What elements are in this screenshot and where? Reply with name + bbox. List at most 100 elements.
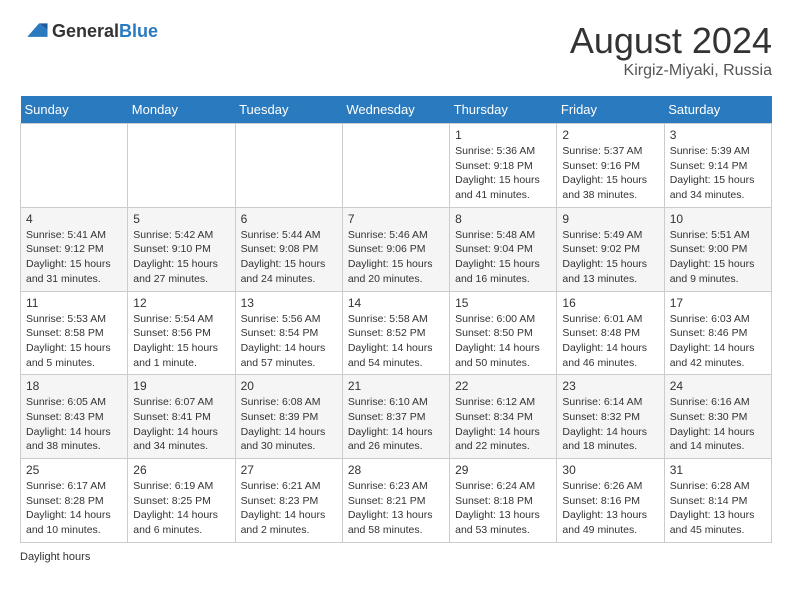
logo-general-text: General [52,21,119,41]
day-number: 25 [26,463,122,477]
day-info: Sunrise: 6:23 AMSunset: 8:21 PMDaylight:… [348,479,444,538]
day-number: 17 [670,296,766,310]
day-info: Sunrise: 6:17 AMSunset: 8:28 PMDaylight:… [26,479,122,538]
footer: Daylight hours [20,551,772,563]
weekday-header-friday: Friday [557,96,664,124]
day-number: 1 [455,128,551,142]
month-year: August 2024 [570,20,772,62]
calendar-cell: 22 Sunrise: 6:12 AMSunset: 8:34 PMDayligh… [450,375,557,459]
header: GeneralBlue August 2024 Kirgiz-Miyaki, R… [20,20,772,80]
weekday-header-row: SundayMondayTuesdayWednesdayThursdayFrid… [21,96,772,124]
calendar-cell: 24 Sunrise: 6:16 AMSunset: 8:30 PMDayligh… [664,375,771,459]
day-info: Sunrise: 6:28 AMSunset: 8:14 PMDaylight:… [670,479,766,538]
day-info: Sunrise: 5:56 AMSunset: 8:54 PMDaylight:… [241,312,337,371]
day-info: Sunrise: 6:16 AMSunset: 8:30 PMDaylight:… [670,395,766,454]
day-info: Sunrise: 6:24 AMSunset: 8:18 PMDaylight:… [455,479,551,538]
day-number: 8 [455,212,551,226]
calendar-cell: 18Sunrise: 6:05 AMSunset: 8:43 PMDayligh… [21,375,128,459]
day-info: Sunrise: 6:00 AMSunset: 8:50 PMDaylight:… [455,312,551,371]
calendar-cell: 27 Sunrise: 6:21 AMSunset: 8:23 PMDayligh… [235,459,342,543]
weekday-header-tuesday: Tuesday [235,96,342,124]
calendar-cell: 9 Sunrise: 5:49 AMSunset: 9:02 PMDaylight… [557,207,664,291]
day-number: 18 [26,379,122,393]
calendar-cell: 2 Sunrise: 5:37 AMSunset: 9:16 PMDaylight… [557,124,664,208]
calendar-cell: 19Sunrise: 6:07 AMSunset: 8:41 PMDayligh… [128,375,235,459]
calendar-cell: 25 Sunrise: 6:17 AMSunset: 8:28 PMDayligh… [21,459,128,543]
calendar-cell [342,124,449,208]
calendar-cell: 28 Sunrise: 6:23 AMSunset: 8:21 PMDayligh… [342,459,449,543]
day-number: 24 [670,379,766,393]
day-number: 10 [670,212,766,226]
calendar-cell: 26 Sunrise: 6:19 AMSunset: 8:25 PMDayligh… [128,459,235,543]
day-number: 3 [670,128,766,142]
day-number: 2 [562,128,658,142]
calendar-cell [235,124,342,208]
calendar-cell: 21 Sunrise: 6:10 AMSunset: 8:37 PMDayligh… [342,375,449,459]
day-info: Sunrise: 5:53 AMSunset: 8:58 PMDaylight:… [26,312,122,371]
day-info: Sunrise: 5:36 AMSunset: 9:18 PMDaylight:… [455,144,551,203]
calendar-cell: 3Sunrise: 5:39 AMSunset: 9:14 PMDaylight… [664,124,771,208]
calendar-cell: 13Sunrise: 5:56 AMSunset: 8:54 PMDayligh… [235,291,342,375]
weekday-header-sunday: Sunday [21,96,128,124]
day-info: Sunrise: 5:46 AMSunset: 9:06 PMDaylight:… [348,228,444,287]
day-info: Sunrise: 6:19 AMSunset: 8:25 PMDaylight:… [133,479,229,538]
day-info: Sunrise: 6:08 AMSunset: 8:39 PMDaylight:… [241,395,337,454]
calendar-cell: 10Sunrise: 5:51 AMSunset: 9:00 PMDayligh… [664,207,771,291]
day-info: Sunrise: 5:37 AMSunset: 9:16 PMDaylight:… [562,144,658,203]
daylight-label: Daylight hours [20,551,90,563]
day-info: Sunrise: 6:07 AMSunset: 8:41 PMDaylight:… [133,395,229,454]
day-number: 30 [562,463,658,477]
day-number: 28 [348,463,444,477]
day-number: 4 [26,212,122,226]
calendar-week-row: 25 Sunrise: 6:17 AMSunset: 8:28 PMDayligh… [21,459,772,543]
calendar-cell: 30Sunrise: 6:26 AMSunset: 8:16 PMDayligh… [557,459,664,543]
calendar-cell: 29 Sunrise: 6:24 AMSunset: 8:18 PMDayligh… [450,459,557,543]
day-number: 12 [133,296,229,310]
title-area: August 2024 Kirgiz-Miyaki, Russia [570,20,772,80]
calendar-week-row: 18Sunrise: 6:05 AMSunset: 8:43 PMDayligh… [21,375,772,459]
day-number: 23 [562,379,658,393]
calendar-cell [21,124,128,208]
logo: GeneralBlue [20,20,158,42]
calendar-cell: 20Sunrise: 6:08 AMSunset: 8:39 PMDayligh… [235,375,342,459]
calendar-week-row: 11 Sunrise: 5:53 AMSunset: 8:58 PMDayligh… [21,291,772,375]
calendar-cell: 8 Sunrise: 5:48 AMSunset: 9:04 PMDaylight… [450,207,557,291]
calendar-cell: 16Sunrise: 6:01 AMSunset: 8:48 PMDayligh… [557,291,664,375]
calendar-week-row: 4 Sunrise: 5:41 AMSunset: 9:12 PMDaylight… [21,207,772,291]
weekday-header-wednesday: Wednesday [342,96,449,124]
day-info: Sunrise: 5:48 AMSunset: 9:04 PMDaylight:… [455,228,551,287]
day-info: Sunrise: 6:03 AMSunset: 8:46 PMDaylight:… [670,312,766,371]
day-number: 29 [455,463,551,477]
calendar-cell: 31Sunrise: 6:28 AMSunset: 8:14 PMDayligh… [664,459,771,543]
calendar-cell: 7 Sunrise: 5:46 AMSunset: 9:06 PMDaylight… [342,207,449,291]
calendar-cell: 6 Sunrise: 5:44 AMSunset: 9:08 PMDaylight… [235,207,342,291]
calendar-cell [128,124,235,208]
day-info: Sunrise: 5:49 AMSunset: 9:02 PMDaylight:… [562,228,658,287]
day-number: 7 [348,212,444,226]
day-number: 22 [455,379,551,393]
day-number: 21 [348,379,444,393]
day-number: 6 [241,212,337,226]
calendar-cell: 15Sunrise: 6:00 AMSunset: 8:50 PMDayligh… [450,291,557,375]
day-number: 26 [133,463,229,477]
day-info: Sunrise: 5:42 AMSunset: 9:10 PMDaylight:… [133,228,229,287]
day-info: Sunrise: 5:58 AMSunset: 8:52 PMDaylight:… [348,312,444,371]
calendar-cell: 23 Sunrise: 6:14 AMSunset: 8:32 PMDayligh… [557,375,664,459]
day-info: Sunrise: 5:54 AMSunset: 8:56 PMDaylight:… [133,312,229,371]
day-info: Sunrise: 6:01 AMSunset: 8:48 PMDaylight:… [562,312,658,371]
day-number: 9 [562,212,658,226]
calendar-cell: 11 Sunrise: 5:53 AMSunset: 8:58 PMDayligh… [21,291,128,375]
day-number: 27 [241,463,337,477]
day-info: Sunrise: 6:21 AMSunset: 8:23 PMDaylight:… [241,479,337,538]
calendar-cell: 17 Sunrise: 6:03 AMSunset: 8:46 PMDayligh… [664,291,771,375]
day-info: Sunrise: 5:41 AMSunset: 9:12 PMDaylight:… [26,228,122,287]
day-info: Sunrise: 6:12 AMSunset: 8:34 PMDaylight:… [455,395,551,454]
calendar-cell: 4 Sunrise: 5:41 AMSunset: 9:12 PMDaylight… [21,207,128,291]
day-info: Sunrise: 6:10 AMSunset: 8:37 PMDaylight:… [348,395,444,454]
calendar-week-row: 1 Sunrise: 5:36 AMSunset: 9:18 PMDaylight… [21,124,772,208]
calendar-cell: 5Sunrise: 5:42 AMSunset: 9:10 PMDaylight… [128,207,235,291]
weekday-header-thursday: Thursday [450,96,557,124]
day-number: 11 [26,296,122,310]
day-info: Sunrise: 6:14 AMSunset: 8:32 PMDaylight:… [562,395,658,454]
day-info: Sunrise: 5:44 AMSunset: 9:08 PMDaylight:… [241,228,337,287]
